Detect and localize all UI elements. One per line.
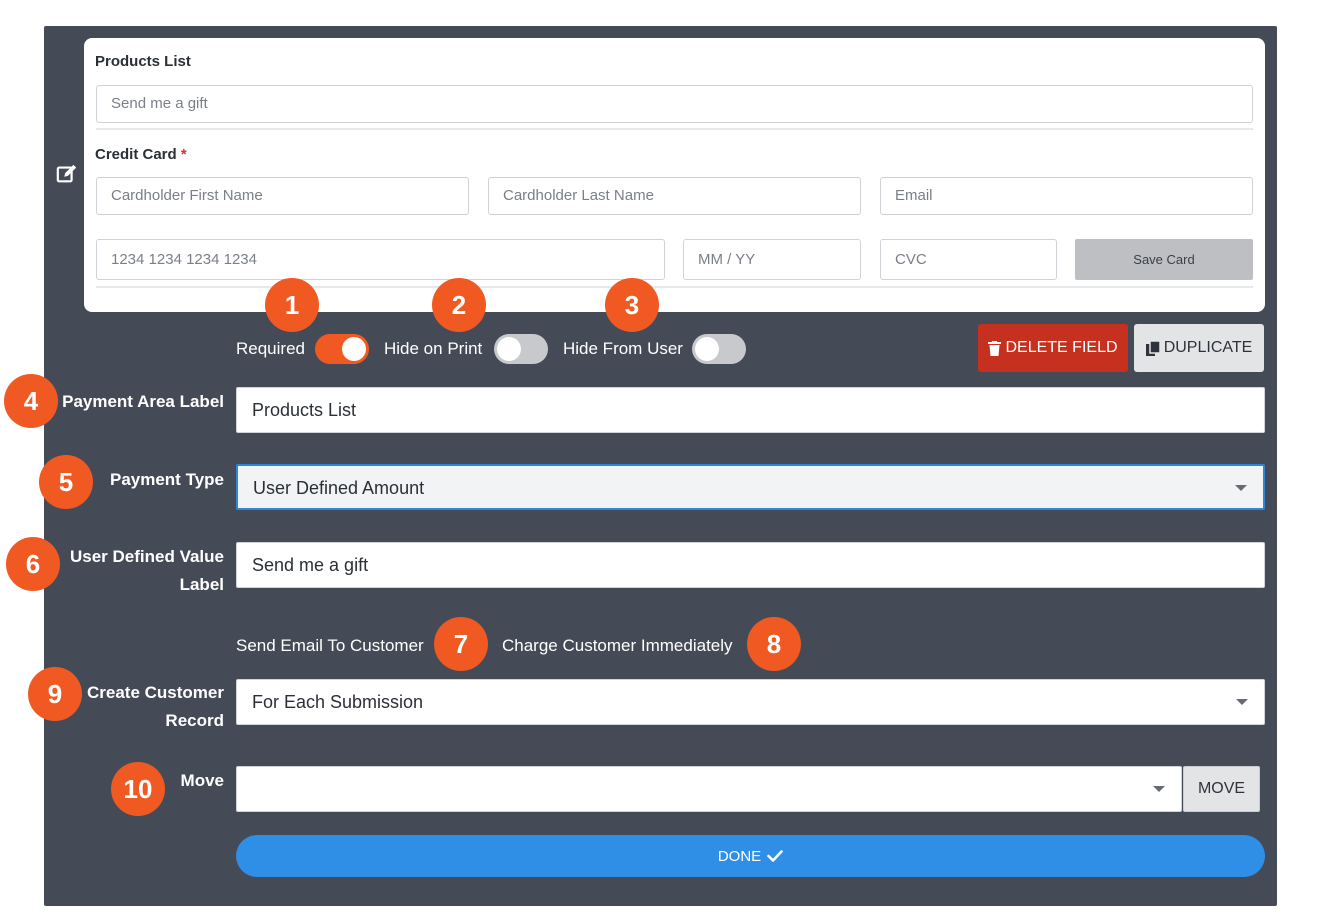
credit-card-label: Credit Card * — [95, 146, 187, 163]
create-customer-record-value: For Each Submission — [252, 692, 424, 712]
chevron-down-icon — [1153, 786, 1165, 792]
products-preview-input: Send me a gift — [96, 85, 1253, 123]
chevron-down-icon — [1235, 485, 1247, 491]
duplicate-label: DUPLICATE — [1163, 339, 1253, 356]
cardholder-first-name-input: Cardholder First Name — [96, 177, 469, 215]
payment-area-input[interactable]: Products List — [236, 387, 1265, 433]
required-toggle[interactable] — [315, 334, 369, 364]
label-line: Label — [179, 575, 224, 594]
hide-from-user-label: Hide From User — [563, 339, 683, 358]
user-defined-value-label: User Defined Value Label — [44, 543, 224, 599]
cvc-input: CVC — [880, 239, 1057, 280]
create-customer-record-select[interactable]: For Each Submission — [236, 679, 1265, 725]
divider — [96, 128, 1253, 130]
charge-immediately-label[interactable]: Charge Customer Immediately — [502, 636, 733, 656]
cardholder-last-name-input: Cardholder Last Name — [488, 177, 861, 215]
callout-badge-2: 2 — [432, 278, 486, 332]
send-email-label[interactable]: Send Email To Customer — [236, 636, 424, 656]
payment-type-value: User Defined Amount — [253, 478, 425, 498]
payment-type-select[interactable]: User Defined Amount — [236, 464, 1265, 510]
done-label: DONE — [717, 847, 762, 865]
callout-badge-9: 9 — [28, 667, 82, 721]
toggle-knob — [342, 337, 366, 361]
expiry-input: MM / YY — [683, 239, 861, 280]
check-icon — [767, 850, 783, 862]
toggle-knob — [497, 337, 521, 361]
hide-on-print-toggle[interactable] — [494, 334, 548, 364]
chevron-down-icon — [1236, 699, 1248, 705]
callout-badge-10: 10 — [111, 762, 165, 816]
delete-field-label: DELETE FIELD — [1005, 339, 1118, 356]
copy-icon — [1145, 340, 1160, 356]
trash-icon — [988, 340, 1002, 356]
callout-badge-4: 4 — [4, 374, 58, 428]
products-list-label: Products List — [95, 53, 191, 70]
toggle-knob — [695, 337, 719, 361]
user-defined-value-input[interactable]: Send me a gift — [236, 542, 1265, 588]
callout-badge-5: 5 — [39, 455, 93, 509]
field-preview: Products List Send me a gift Credit Card… — [84, 38, 1265, 312]
required-asterisk: * — [180, 146, 187, 163]
hide-on-print-label: Hide on Print — [384, 339, 483, 358]
label-line: User Defined Value — [69, 547, 224, 566]
payment-area-label: Payment Area Label — [62, 392, 224, 411]
delete-field-button[interactable]: DELETE FIELD — [978, 324, 1128, 372]
callout-badge-6: 6 — [6, 537, 60, 591]
callout-badge-8: 8 — [747, 617, 801, 671]
callout-badge-1: 1 — [265, 278, 319, 332]
move-button[interactable]: MOVE — [1183, 766, 1260, 812]
callout-badge-3: 3 — [605, 278, 659, 332]
edit-icon[interactable] — [56, 163, 78, 185]
email-input: Email — [880, 177, 1253, 215]
card-number-input: 1234 1234 1234 1234 — [96, 239, 665, 280]
required-label: Required — [236, 339, 305, 358]
hide-from-user-toggle[interactable] — [692, 334, 746, 364]
done-button[interactable]: DONE — [236, 835, 1265, 877]
duplicate-button[interactable]: DUPLICATE — [1134, 324, 1264, 372]
callout-badge-7: 7 — [434, 617, 488, 671]
move-select[interactable] — [236, 766, 1182, 812]
save-card-button: Save Card — [1075, 239, 1253, 280]
